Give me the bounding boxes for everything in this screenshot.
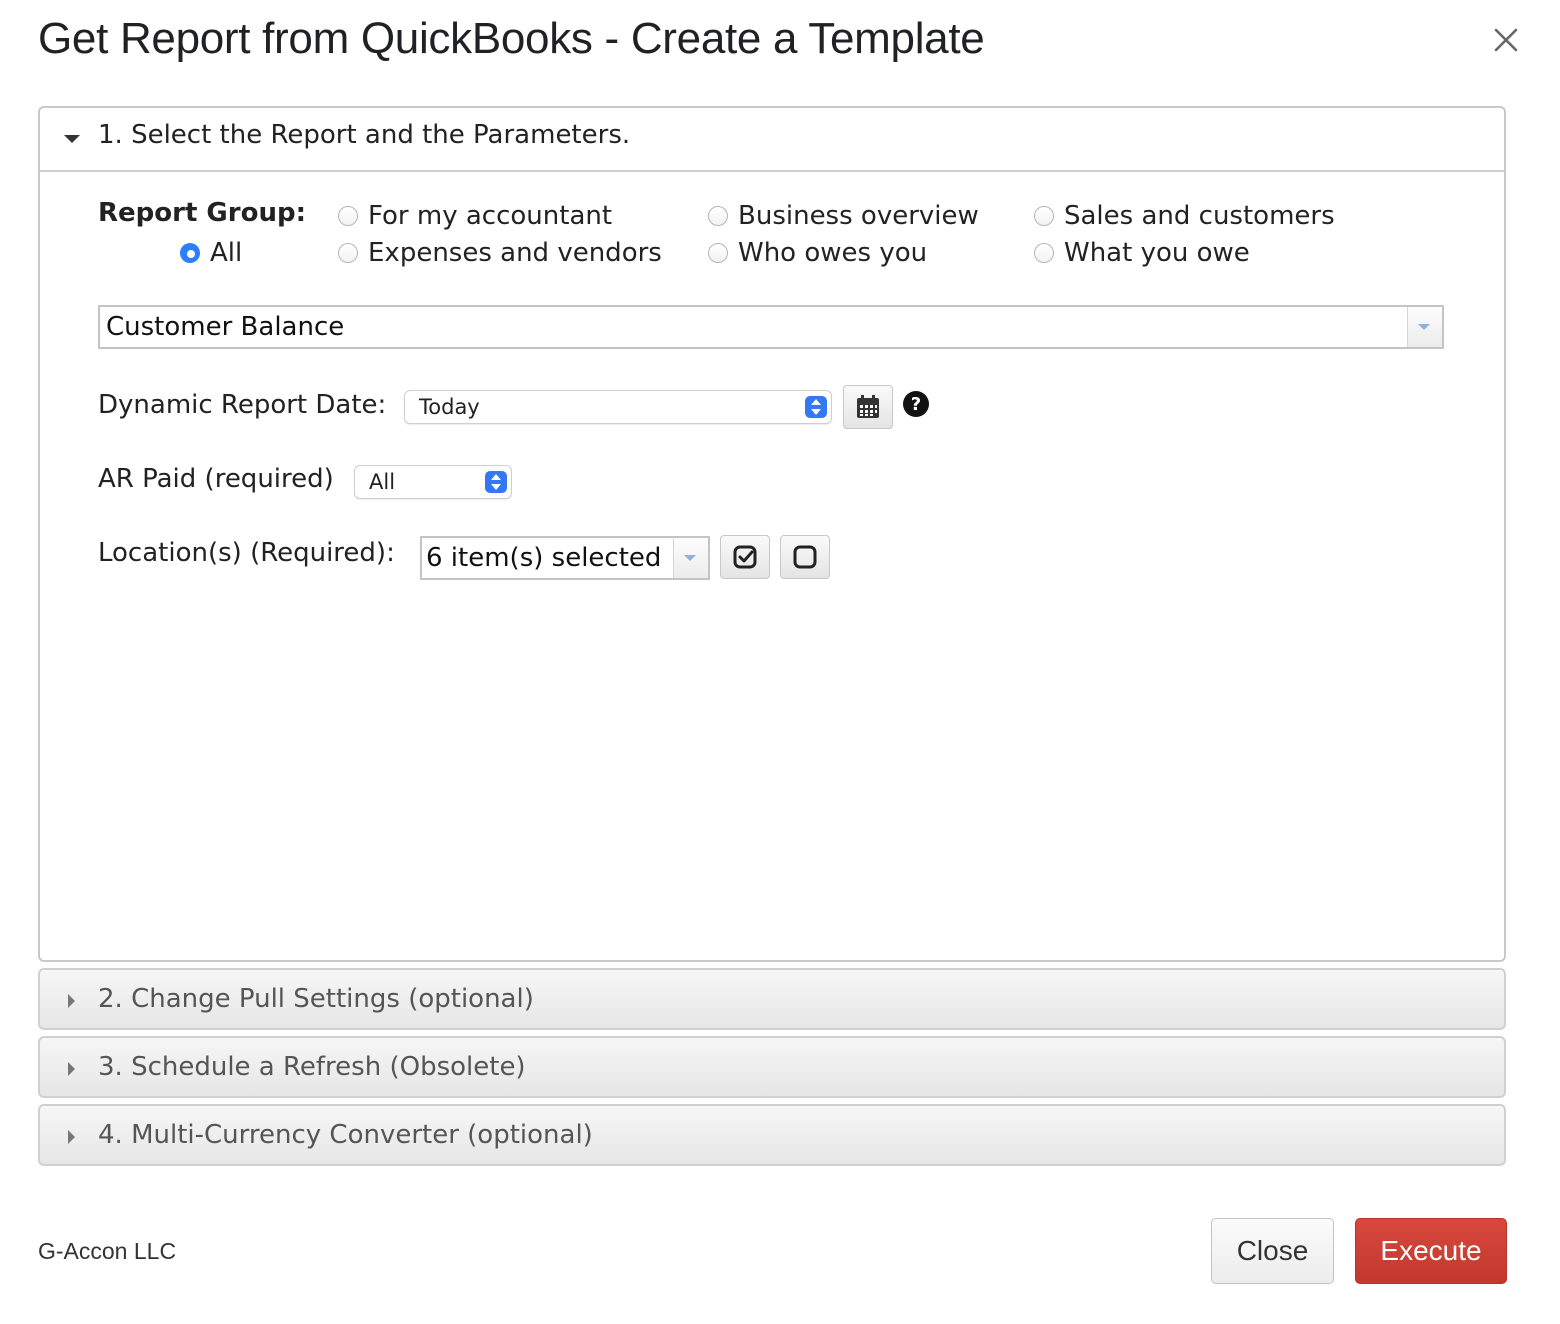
expand-triangle-icon <box>64 135 80 143</box>
collapse-triangle-icon <box>68 1062 75 1076</box>
section-3-title: 3. Schedule a Refresh (Obsolete) <box>98 1052 526 1082</box>
section-2-header[interactable]: 2. Change Pull Settings (optional) <box>38 968 1506 1030</box>
close-button[interactable]: Close <box>1211 1218 1334 1284</box>
ar-paid-value: All <box>369 470 396 494</box>
dynamic-date-value: Today <box>419 395 480 419</box>
calendar-icon <box>857 395 879 418</box>
radio-sales-and-customers[interactable]: Sales and customers <box>1034 201 1335 231</box>
radio-label: Sales and customers <box>1064 201 1335 231</box>
checkbox-checked-icon <box>733 545 757 569</box>
select-all-button[interactable] <box>720 535 770 579</box>
radio-icon <box>338 243 358 263</box>
section-report-parameters: 1. Select the Report and the Parameters.… <box>38 106 1506 962</box>
radio-icon <box>1034 243 1054 263</box>
radio-who-owes-you[interactable]: Who owes you <box>708 238 927 268</box>
radio-icon <box>1034 206 1054 226</box>
radio-label: For my accountant <box>368 201 613 231</box>
locations-label: Location(s) (Required): <box>98 538 395 568</box>
section-1-title: 1. Select the Report and the Parameters. <box>98 120 631 150</box>
section-2-title: 2. Change Pull Settings (optional) <box>98 984 534 1014</box>
report-select[interactable]: Customer Balance <box>98 305 1444 349</box>
close-icon[interactable] <box>1488 22 1524 58</box>
section-1-header[interactable]: 1. Select the Report and the Parameters. <box>40 108 1504 172</box>
select-stepper-icon <box>485 471 507 493</box>
radio-icon <box>708 206 728 226</box>
execute-button[interactable]: Execute <box>1355 1218 1507 1284</box>
report-group-label: Report Group: <box>98 198 306 228</box>
radio-for-my-accountant[interactable]: For my accountant <box>338 201 612 231</box>
help-icon[interactable]: ? <box>903 391 929 417</box>
locations-select[interactable]: 6 item(s) selected <box>420 536 710 580</box>
select-stepper-icon <box>805 396 827 418</box>
collapse-triangle-icon <box>68 994 75 1008</box>
radio-label: Who owes you <box>738 238 928 268</box>
company-name: G-Accon LLC <box>38 1238 177 1264</box>
ar-paid-select[interactable]: All <box>354 465 512 499</box>
radio-label: All <box>210 238 243 268</box>
radio-label: What you owe <box>1064 238 1250 268</box>
section-4-title: 4. Multi-Currency Converter (optional) <box>98 1120 593 1150</box>
radio-expenses-and-vendors[interactable]: Expenses and vendors <box>338 238 662 268</box>
radio-selected-icon <box>180 243 200 263</box>
calendar-button[interactable] <box>843 385 893 429</box>
radio-report-group-all[interactable]: All <box>180 238 242 268</box>
ar-paid-label: AR Paid (required) <box>98 464 334 494</box>
radio-what-you-owe[interactable]: What you owe <box>1034 238 1250 268</box>
checkbox-empty-icon <box>793 545 817 569</box>
collapse-triangle-icon <box>68 1130 75 1144</box>
chevron-down-icon[interactable] <box>1407 307 1442 347</box>
chevron-down-icon[interactable] <box>673 538 708 578</box>
radio-icon <box>708 243 728 263</box>
dynamic-date-select[interactable]: Today <box>404 390 832 424</box>
dialog-title: Get Report from QuickBooks - Create a Te… <box>38 14 985 63</box>
radio-business-overview[interactable]: Business overview <box>708 201 979 231</box>
dynamic-date-label: Dynamic Report Date: <box>98 390 387 420</box>
radio-icon <box>338 206 358 226</box>
section-3-header[interactable]: 3. Schedule a Refresh (Obsolete) <box>38 1036 1506 1098</box>
deselect-all-button[interactable] <box>780 535 830 579</box>
radio-label: Expenses and vendors <box>368 238 662 268</box>
section-4-header[interactable]: 4. Multi-Currency Converter (optional) <box>38 1104 1506 1166</box>
radio-label: Business overview <box>738 201 979 231</box>
report-select-value: Customer Balance <box>106 312 345 342</box>
locations-value: 6 item(s) selected <box>426 543 662 573</box>
